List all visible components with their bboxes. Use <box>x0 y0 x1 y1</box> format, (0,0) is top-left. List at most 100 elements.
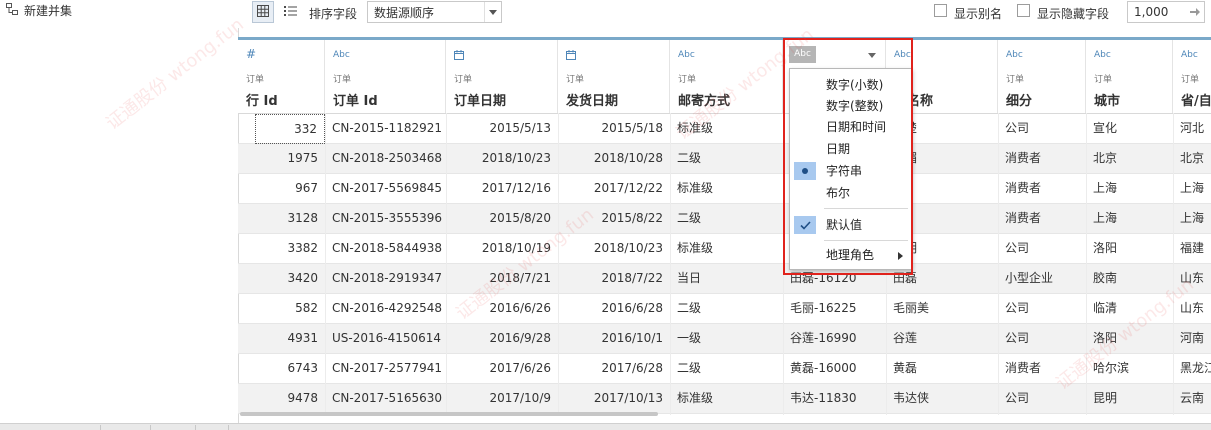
grid-view-button[interactable] <box>252 1 274 23</box>
table-cell[interactable]: 公司 <box>998 324 1086 354</box>
table-cell[interactable]: 山东 <box>1173 264 1211 294</box>
table-cell[interactable]: 2016/10/1 <box>558 324 670 354</box>
table-cell[interactable]: 昆明 <box>1086 384 1173 414</box>
string-type-icon[interactable]: Abc <box>1006 50 1023 60</box>
table-cell[interactable]: CN-2017-5569845 <box>325 174 446 204</box>
table-cell[interactable]: CN-2018-2919347 <box>325 264 446 294</box>
table-row[interactable]: 3128CN-2015-35553962015/8/202015/8/22二级骞… <box>238 204 1211 234</box>
arrow-right-icon[interactable] <box>1186 8 1204 16</box>
chevron-down-icon[interactable] <box>867 50 877 60</box>
column-header-ship-mode[interactable]: Abc 订单 邮寄方式 <box>670 40 783 113</box>
table-cell[interactable]: 2018/10/23 <box>558 234 670 264</box>
table-cell[interactable]: 毛丽美 <box>886 294 998 324</box>
table-cell[interactable]: 标准级 <box>670 234 783 264</box>
table-cell[interactable]: 2015/8/22 <box>558 204 670 234</box>
menu-item-datetime[interactable]: 日期和时间 <box>790 116 911 138</box>
table-cell[interactable]: 黄磊-16000 <box>783 354 886 384</box>
table-cell[interactable]: 二级 <box>670 294 783 324</box>
table-cell[interactable]: 332 <box>255 114 325 144</box>
column-header-row-id[interactable]: # 订单行 Id <box>238 40 325 113</box>
table-cell[interactable]: 公司 <box>998 234 1086 264</box>
number-type-icon[interactable]: # <box>246 47 256 61</box>
table-cell[interactable]: 当日 <box>670 264 783 294</box>
table-cell[interactable]: 9478 <box>238 384 325 414</box>
column-name[interactable]: 订单日期 <box>454 90 506 109</box>
table-cell[interactable]: 消费者 <box>998 144 1086 174</box>
table-cell[interactable]: 2015/8/20 <box>446 204 558 234</box>
calendar-icon[interactable] <box>566 50 576 63</box>
row-count-input[interactable]: 1,000 <box>1127 1 1205 23</box>
column-name[interactable]: 城市 <box>1094 90 1120 109</box>
table-cell[interactable]: 公司 <box>998 384 1086 414</box>
horizontal-scrollbar[interactable] <box>240 412 658 416</box>
table-cell[interactable]: 标准级 <box>670 114 783 144</box>
table-cell[interactable]: 3382 <box>238 234 325 264</box>
table-cell[interactable]: 韦达-11830 <box>783 384 886 414</box>
table-cell[interactable]: 黑龙江 <box>1173 354 1211 384</box>
column-header-order-date[interactable]: 订单 订单日期 <box>446 40 558 113</box>
type-menu-anchor[interactable]: Abc <box>789 46 816 63</box>
column-header-segment[interactable]: Abc 订单 细分 <box>998 40 1086 113</box>
table-cell[interactable]: 河南 <box>1173 324 1211 354</box>
table-cell[interactable]: 二级 <box>670 354 783 384</box>
table-cell[interactable]: 3128 <box>238 204 325 234</box>
table-cell[interactable]: 宣化 <box>1086 114 1173 144</box>
string-type-icon[interactable]: Abc <box>678 50 695 60</box>
table-cell[interactable]: 一级 <box>670 324 783 354</box>
column-name[interactable]: 订单 Id <box>333 90 378 109</box>
table-row[interactable]: 6743 CN-2017-2577941 2017/6/26 2017/6/28 二级黄… <box>238 354 1211 384</box>
table-cell[interactable]: 洛阳 <box>1086 324 1173 354</box>
menu-item-geographic-role[interactable]: 地理角色 <box>790 244 911 266</box>
column-header-order-id[interactable]: Abc 订单 订单 Id <box>325 40 446 113</box>
table-cell[interactable]: 洛阳 <box>1086 234 1173 264</box>
table-cell[interactable]: 二级 <box>670 144 783 174</box>
menu-item-default[interactable]: 默认值 <box>790 214 911 236</box>
new-union-item[interactable]: 新建并集 <box>6 2 72 18</box>
table-cell[interactable]: 3420 <box>238 264 325 294</box>
table-cell[interactable]: US-2016-4150614 <box>325 324 446 354</box>
table-cell[interactable]: 消费者 <box>998 204 1086 234</box>
table-cell[interactable]: 2017/10/13 <box>558 384 670 414</box>
table-cell[interactable]: 临清 <box>1086 294 1173 324</box>
column-name[interactable]: 邮寄方式 <box>678 90 730 109</box>
table-cell[interactable]: 2017/10/9 <box>446 384 558 414</box>
table-cell[interactable]: 582 <box>238 294 325 324</box>
table-cell[interactable]: 2017/12/16 <box>446 174 558 204</box>
table-row[interactable]: 3420 CN-2018-2919347 2018/7/21 2018/7/22 当日田… <box>238 264 1211 294</box>
table-cell[interactable]: 谷莲-16990 <box>783 324 886 354</box>
table-cell[interactable]: 2015/5/13 <box>446 114 558 144</box>
table-row[interactable]: 967 CN-2017-5569845 2017/12/16 2017/12/22 标准… <box>238 174 1211 204</box>
column-header-province[interactable]: Abc 订单 省/自 <box>1173 40 1211 113</box>
table-cell[interactable]: 2017/6/26 <box>446 354 558 384</box>
column-name[interactable]: 发货日期 <box>566 90 618 109</box>
menu-item-decimal[interactable]: 数字(小数) <box>790 74 911 96</box>
menu-item-date[interactable]: 日期 <box>790 138 911 160</box>
table-cell[interactable]: 北京 <box>1173 144 1211 174</box>
table-cell[interactable]: 上海 <box>1086 174 1173 204</box>
table-row[interactable]: 332CN-2015-11829212015/5/132015/5/18标准级楚… <box>238 114 1211 144</box>
table-cell[interactable]: CN-2018-5844938 <box>325 234 446 264</box>
table-row[interactable]: 3382 CN-2018-5844938 2018/10/19 2018/10/23 标… <box>238 234 1211 264</box>
table-cell[interactable]: CN-2017-5165630 <box>325 384 446 414</box>
column-header-city[interactable]: Abc 订单 城市 <box>1086 40 1173 113</box>
column-name[interactable]: 行 Id <box>246 90 278 109</box>
column-name[interactable]: 省/自 <box>1181 90 1211 109</box>
table-cell[interactable]: 2018/7/21 <box>446 264 558 294</box>
column-name[interactable]: 细分 <box>1006 90 1032 109</box>
table-cell[interactable]: 上海 <box>1173 174 1211 204</box>
string-type-icon[interactable]: Abc <box>1094 50 1111 60</box>
table-cell[interactable]: 2017/12/22 <box>558 174 670 204</box>
table-row[interactable]: 9478 CN-2017-5165630 2017/10/9 2017/10/13 标准… <box>238 384 1211 414</box>
table-row[interactable]: 4931 US-2016-4150614 2016/9/28 2016/10/1 一级谷… <box>238 324 1211 354</box>
show-alias-checkbox[interactable] <box>934 4 947 17</box>
table-cell[interactable]: 谷莲 <box>886 324 998 354</box>
table-cell[interactable]: 公司 <box>998 294 1086 324</box>
table-cell[interactable]: 上海 <box>1173 204 1211 234</box>
table-cell[interactable]: 1975 <box>238 144 325 174</box>
table-row[interactable]: 582 CN-2016-4292548 2016/6/26 2016/6/28 二级 毛丽… <box>238 294 1211 324</box>
string-type-icon[interactable]: Abc <box>333 50 350 60</box>
table-cell[interactable]: 4931 <box>238 324 325 354</box>
string-type-icon[interactable]: Abc <box>894 50 911 60</box>
table-cell[interactable]: 胶南 <box>1086 264 1173 294</box>
table-cell[interactable]: 6743 <box>238 354 325 384</box>
